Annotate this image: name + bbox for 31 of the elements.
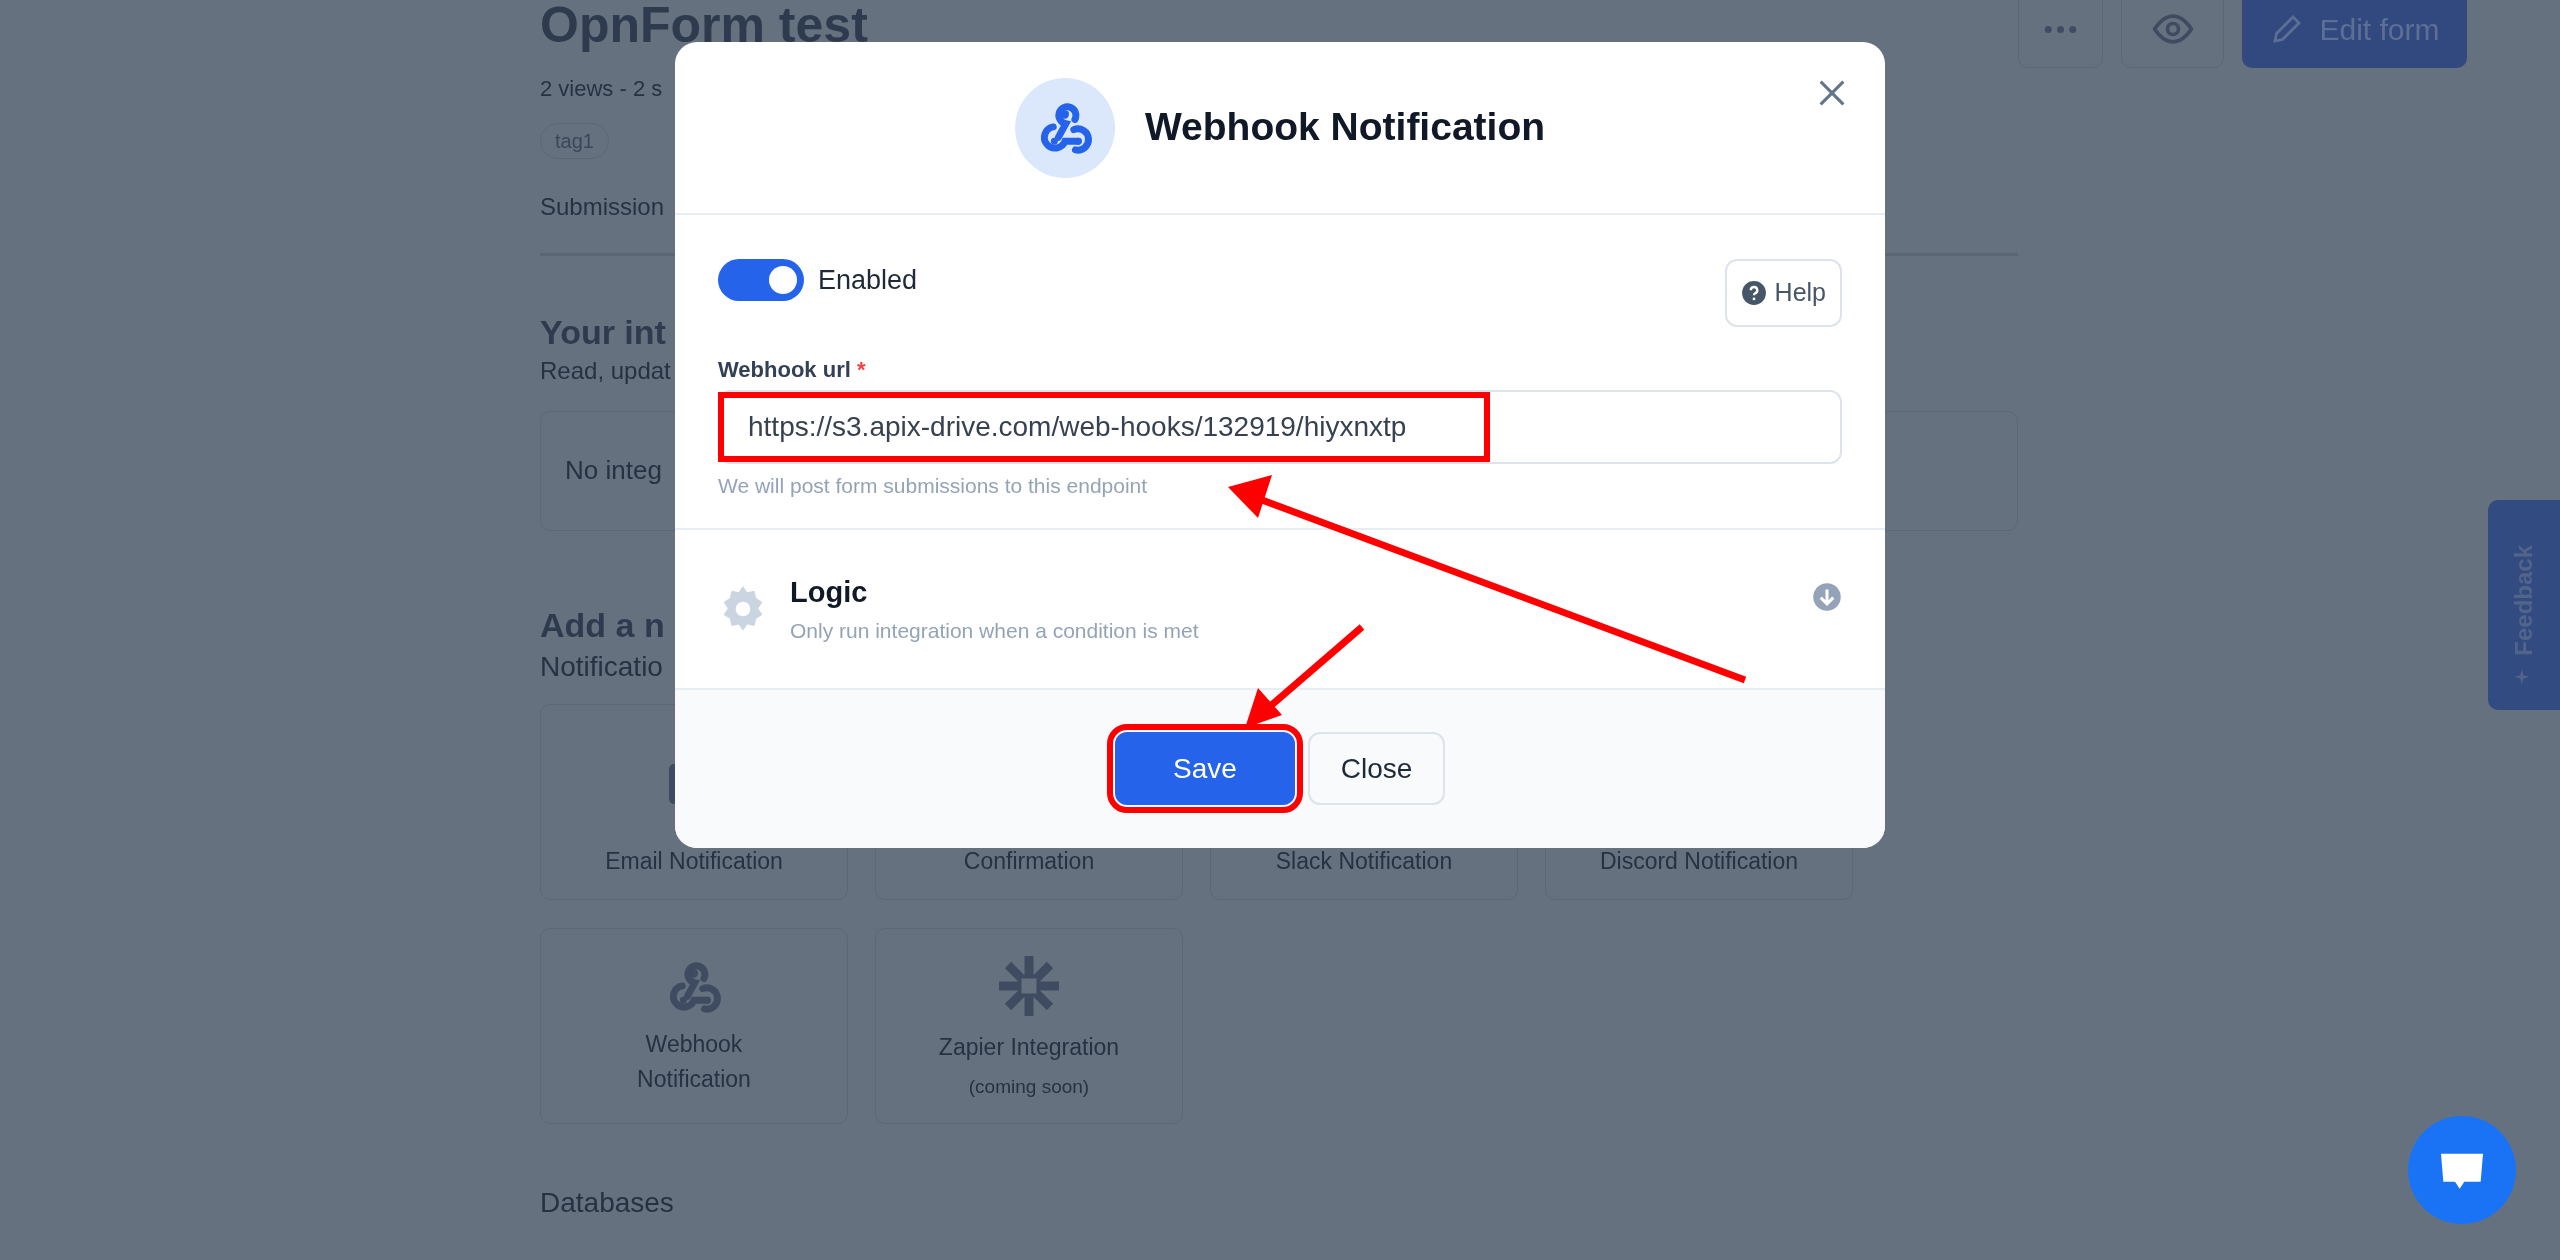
expand-icon[interactable]	[1812, 581, 1842, 612]
section-heading: Add a n	[540, 604, 665, 646]
card-label-line: Webhook	[644, 1030, 744, 1060]
field-hint: We will post form submissions to this endpoint	[718, 473, 1149, 499]
card-label-line: Slack Notification	[1275, 847, 1453, 877]
enabled-toggle[interactable]	[718, 259, 804, 301]
card-label-line: Confirmation	[963, 847, 1095, 877]
integration-card[interactable]: Zapier Integration (coming soon)	[875, 927, 1183, 1124]
card-label-line: Zapier Integration	[938, 1033, 1120, 1063]
section-subtitle: Read, updat	[540, 355, 671, 386]
card-label-line: Notification	[637, 1064, 751, 1094]
logic-title: Logic	[790, 575, 869, 610]
more-icon	[2044, 25, 2077, 33]
section-subtitle: Notificatio	[540, 649, 663, 684]
toggle-label: Enabled	[818, 263, 918, 297]
logic-subtitle: Only run integration when a condition is met	[790, 617, 1200, 644]
section-heading: Your int	[540, 312, 666, 353]
question-icon	[1740, 280, 1767, 306]
field-label: Webhook url *	[718, 356, 867, 384]
form-stats: 2 views - 2 s	[540, 75, 663, 103]
section-subtitle: Databases	[540, 1185, 674, 1220]
integration-card[interactable]: Webhook Notification	[540, 927, 848, 1124]
help-button[interactable]: Help	[1724, 259, 1842, 327]
modal-title: Webhook Notification	[1144, 104, 1546, 151]
close-button[interactable]: Close	[1308, 732, 1445, 805]
card-label-line: Discord Notification	[1599, 847, 1799, 877]
card-note: (coming soon)	[968, 1074, 1090, 1099]
submissions-tab[interactable]: Submission	[540, 189, 665, 225]
form-title: OpnForm test	[540, 0, 868, 50]
card-label-line: Email Notification	[605, 847, 783, 877]
empty-message: No integ	[565, 454, 662, 488]
